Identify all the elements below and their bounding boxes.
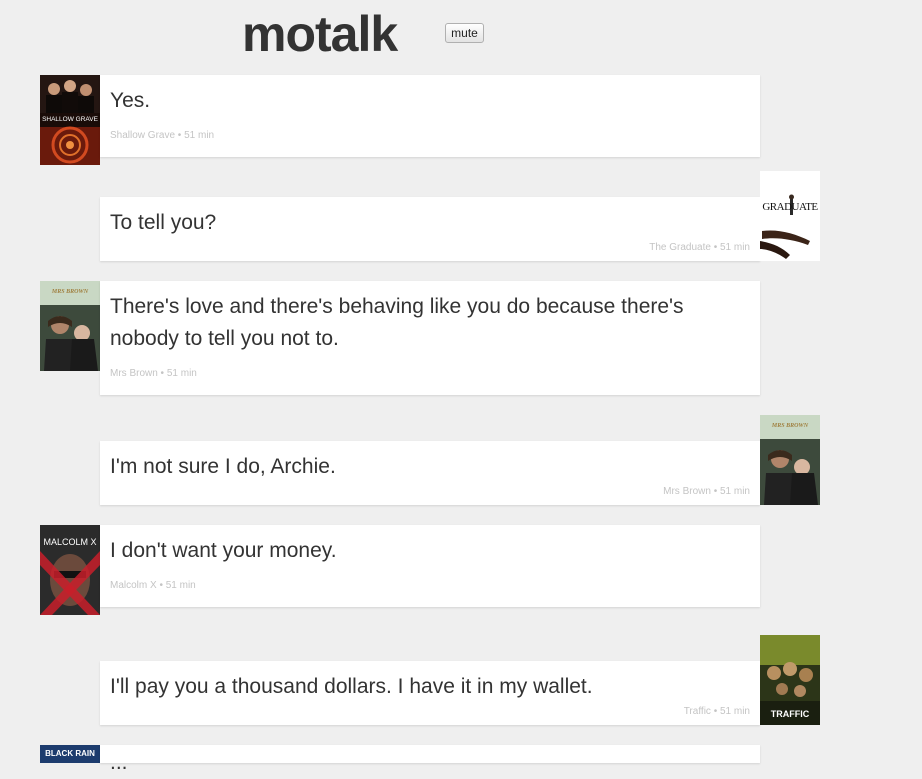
message-meta: Mrs Brown • 51 min bbox=[663, 486, 750, 497]
header: motalk mute bbox=[0, 0, 922, 70]
poster-title: GRADUATE bbox=[762, 201, 818, 213]
message-row: BLACK RAIN ... bbox=[0, 745, 922, 774]
message-meta: Mrs Brown • 51 min bbox=[110, 368, 197, 379]
mrs-brown-poster-icon[interactable]: MRS BROWN bbox=[760, 415, 820, 505]
message-text: I don't want your money. bbox=[110, 539, 337, 562]
poster-title: MRS BROWN bbox=[771, 423, 809, 429]
poster-title: MALCOLM X bbox=[43, 537, 97, 547]
message-text: Yes. bbox=[110, 89, 151, 112]
mute-button[interactable]: mute bbox=[445, 23, 484, 43]
message-bubble: I'll pay you a thousand dollars. I have … bbox=[100, 661, 760, 725]
traffic-poster-icon[interactable]: TRAFFIC bbox=[760, 635, 820, 725]
message-text: To tell you? bbox=[110, 211, 217, 234]
message-row: I'll pay you a thousand dollars. I have … bbox=[0, 635, 922, 725]
message-text: I'm not sure I do, Archie. bbox=[110, 455, 336, 478]
message-text: I'll pay you a thousand dollars. I have … bbox=[110, 675, 593, 698]
message-meta: Malcolm X • 51 min bbox=[110, 580, 196, 591]
message-bubble: Yes. Shallow Grave • 51 min bbox=[100, 75, 760, 157]
message-bubble: There's love and there's behaving like y… bbox=[100, 281, 760, 395]
message-text: There's love and there's behaving like y… bbox=[110, 295, 684, 350]
shallow-grave-poster-icon[interactable]: SHALLOW GRAVE bbox=[40, 75, 100, 165]
message-meta: Shallow Grave • 51 min bbox=[110, 130, 215, 141]
message-row: MRS BROWN There's love and there's behav… bbox=[0, 281, 922, 395]
app-logo: motalk bbox=[242, 6, 398, 62]
poster-title: BLACK RAIN bbox=[45, 749, 95, 758]
message-row: MALCOLM X I don't want your money. Malco… bbox=[0, 525, 922, 615]
message-bubble: To tell you? The Graduate • 51 min bbox=[100, 197, 760, 261]
message-meta: The Graduate • 51 min bbox=[649, 242, 750, 253]
the-graduate-poster-icon[interactable]: GRADUATE bbox=[760, 171, 820, 261]
message-text: ... bbox=[110, 751, 128, 774]
message-row: SHALLOW GRAVE Yes. Shallow Grave • 51 mi… bbox=[0, 75, 922, 165]
poster-title: TRAFFIC bbox=[770, 709, 810, 719]
black-rain-poster-icon[interactable]: BLACK RAIN bbox=[40, 745, 100, 763]
message-bubble: I'm not sure I do, Archie. Mrs Brown • 5… bbox=[100, 441, 760, 505]
message-meta: Traffic • 51 min bbox=[683, 706, 750, 717]
poster-title: MRS BROWN bbox=[51, 289, 89, 295]
mrs-brown-poster-icon[interactable]: MRS BROWN bbox=[40, 281, 100, 371]
message-row: To tell you? The Graduate • 51 min GRADU… bbox=[0, 171, 922, 261]
message-row: I'm not sure I do, Archie. Mrs Brown • 5… bbox=[0, 415, 922, 505]
poster-title: SHALLOW GRAVE bbox=[42, 116, 98, 123]
malcolm-x-poster-icon[interactable]: MALCOLM X bbox=[40, 525, 100, 615]
message-bubble: ... bbox=[100, 745, 760, 774]
message-bubble: I don't want your money. Malcolm X • 51 … bbox=[100, 525, 760, 607]
